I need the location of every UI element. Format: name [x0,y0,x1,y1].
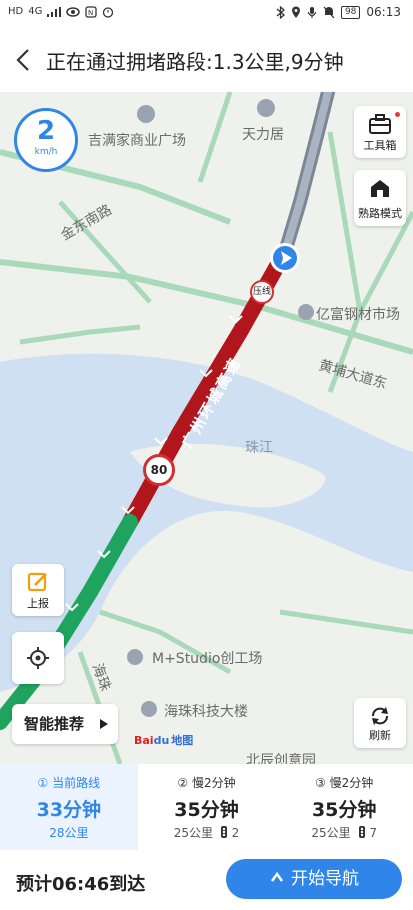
poi-beichen: 北辰创意园 [246,753,316,764]
route-distance-row: 25公里 2 [138,824,276,841]
svg-text:N: N [88,9,93,17]
poi-jiman: 吉满家商业广场 [88,133,186,149]
speed-limit-sign: 80 [143,454,175,486]
play-triangle-icon [100,719,108,729]
refresh-label: 刷新 [369,729,391,742]
poi-mstudio: M+Studio创工场 [152,651,263,667]
poi-haizhu-tech: 海珠科技大楼 [164,704,248,720]
eye-icon [66,7,81,17]
route-option-2[interactable]: ② 慢2分钟 35分钟 25公里 2 [138,764,276,850]
refresh-icon [372,707,388,725]
locate-crosshair-icon [27,647,49,669]
traffic-light-count: 2 [231,826,240,840]
start-navigation-button[interactable]: 开始导航 [226,859,402,899]
mute-icon [323,6,335,18]
back-button[interactable] [10,44,38,76]
battery-indicator: 98 [340,5,361,19]
traffic-light-count: 7 [369,826,377,840]
familiar-mode-button[interactable]: 熟路模式 [354,170,406,226]
toolbox-label: 工具箱 [363,139,397,152]
baidu-logo-text: Bai [134,734,154,747]
poi-tianliju: 天力居 [242,127,284,143]
route-label: ① 当前路线 [37,776,101,790]
location-icon [291,6,300,18]
baidu-map-logo: Baidu 地图 [134,732,193,748]
nfc-icon: N [85,6,98,18]
route-option-1[interactable]: ① 当前路线 33分钟 28公里 [0,764,138,850]
baidu-logo-map: 地图 [171,734,194,747]
baidu-logo-du: du [153,734,170,747]
alarm-icon [103,7,114,18]
signal-icon [47,7,62,17]
route-time: 33分钟 [36,799,102,821]
hd-icon: HD [8,6,24,17]
road-green-4 [19,324,141,345]
eta-text: 预计06:46到达 [16,874,146,895]
familiar-mode-label: 熟路模式 [358,207,402,220]
car-position-icon [270,243,300,273]
smart-recommend-button[interactable]: 智能推荐 [12,704,118,744]
route-time: 35分钟 [174,799,239,821]
route-distance: 28公里 [49,826,89,840]
refresh-button[interactable]: 刷新 [354,698,406,748]
clock: 06:13 [366,5,401,19]
route-distance: 25公里 [173,826,213,840]
notification-dot [395,112,400,117]
navigation-footer: 预计06:46到达 开始导航 [0,850,413,910]
road-green-10 [279,609,413,635]
start-navigation-label: 开始导航 [291,869,359,889]
route-options: ① 当前路线 33分钟 28公里 ② 慢2分钟 35分钟 25公里 2 ③ 慢2… [0,764,413,851]
mic-icon [307,6,317,18]
status-left: HD 4G N [8,6,114,18]
route-distance: 25公里 [311,826,351,840]
route-distance-row: 25公里 7 [275,824,413,841]
poi-yifu: 亿富钢材市场 [316,307,400,323]
toolbox-icon [369,114,391,134]
network-4g-icon: 4G [28,6,43,17]
traffic-light-icon [358,826,365,838]
speed-unit: km/h [34,147,58,157]
route-label: ② 慢2分钟 [177,776,236,790]
navigation-header: 正在通过拥堵路段:1.3公里,9分钟 [0,28,413,93]
speed-value: 2 [36,116,56,146]
route-time: 35分钟 [311,799,377,821]
status-right: 98 06:13 [276,5,401,19]
route-option-3[interactable]: ③ 慢2分钟 35分钟 25公里 7 [275,764,413,850]
navigation-arrow-icon [270,871,284,882]
toolbox-button[interactable]: 工具箱 [354,106,406,158]
map-view[interactable]: 吉满家商业广场 天力居 金东南路 亿富钢材市场 黄埔大道东 珠江 海珠 M+St… [0,92,413,764]
report-edit-icon [27,572,47,592]
report-label: 上报 [27,597,49,610]
congestion-title: 正在通过拥堵路段:1.3公里,9分钟 [46,50,344,74]
report-button[interactable]: 上报 [12,564,64,616]
lane-warning-sign: 压线 [250,280,274,304]
familiar-mode-icon [371,180,389,197]
current-speed: 2 km/h [14,108,78,172]
status-bar: HD 4G N 98 06:13 [0,0,413,28]
road-green-6 [197,92,233,183]
river-zhujiang: 珠江 [245,440,273,456]
route-label: ③ 慢2分钟 [315,776,374,790]
bluetooth-icon [276,5,285,19]
locate-button[interactable] [12,632,64,684]
smart-recommend-label: 智能推荐 [24,715,85,733]
traffic-light-icon [220,826,227,838]
